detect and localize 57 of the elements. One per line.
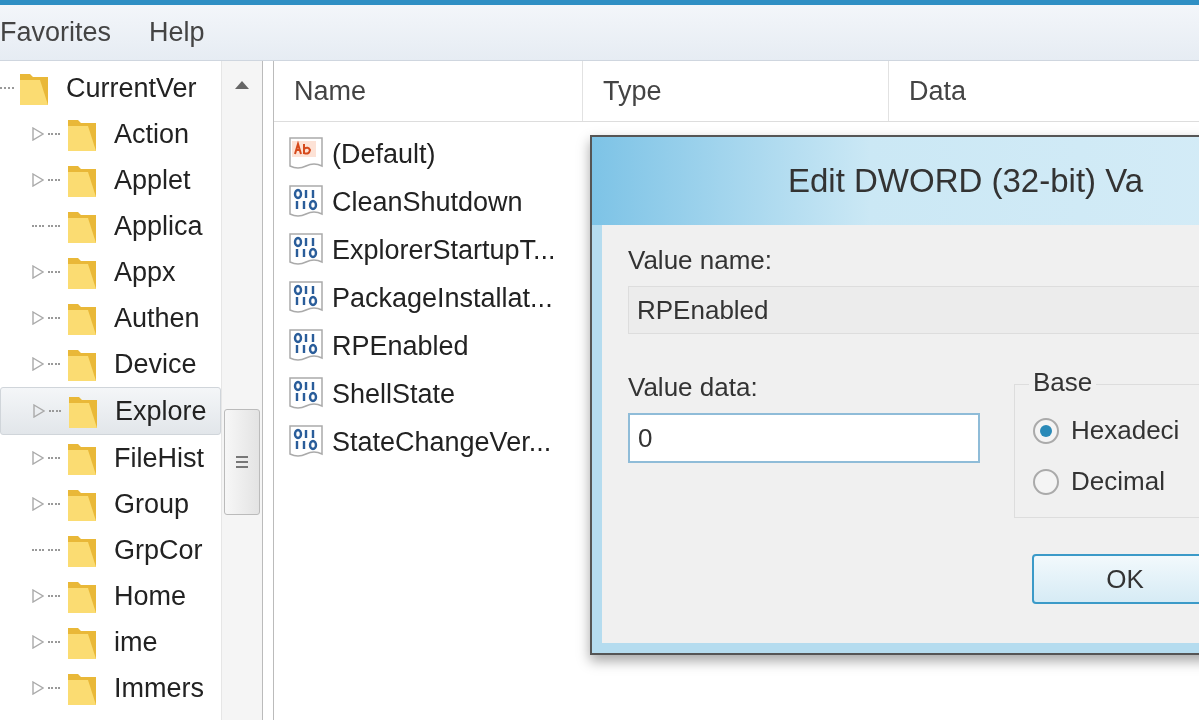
binary-value-icon: [288, 280, 324, 316]
radio-label[interactable]: Hexadeci: [1071, 415, 1180, 446]
column-header[interactable]: Type: [583, 61, 889, 121]
column-header[interactable]: Name: [274, 61, 583, 121]
expand-icon[interactable]: [32, 635, 44, 649]
string-value-icon: [288, 136, 324, 172]
ok-button[interactable]: OK: [1032, 554, 1199, 604]
menu-item[interactable]: Favorites: [0, 17, 114, 48]
binary-value-icon: [288, 184, 324, 220]
tree-item[interactable]: Applica: [0, 203, 221, 249]
expand-icon[interactable]: [32, 127, 44, 141]
expand-icon[interactable]: [32, 357, 44, 371]
value-name[interactable]: CleanShutdown: [332, 186, 523, 218]
expand-icon[interactable]: [32, 681, 44, 695]
expand-icon[interactable]: [33, 404, 45, 418]
tree-item[interactable]: CurrentVer: [0, 65, 221, 111]
value-name[interactable]: ShellState: [332, 378, 456, 410]
dialog-title: Edit DWORD (32-bit) Va: [788, 162, 1144, 200]
field-label: Value data:: [628, 372, 759, 403]
binary-value-icon: [288, 328, 324, 364]
tree-item[interactable]: ime: [0, 619, 221, 665]
expand-icon[interactable]: [32, 265, 44, 279]
tree-item[interactable]: Group: [0, 481, 221, 527]
value-name[interactable]: (Default): [332, 138, 436, 170]
tree-item[interactable]: Authen: [0, 295, 221, 341]
tree-item[interactable]: Home: [0, 573, 221, 619]
radio-button[interactable]: [1033, 468, 1059, 495]
expand-icon[interactable]: [32, 451, 44, 465]
menu-item[interactable]: Help: [149, 17, 207, 48]
tree-item[interactable]: Applet: [0, 157, 221, 203]
binary-value-icon: [288, 376, 324, 412]
tree-item[interactable]: Immers: [0, 665, 221, 711]
expand-icon[interactable]: [32, 311, 44, 325]
scrollbar[interactable]: [221, 61, 262, 720]
value-data-field[interactable]: 0: [628, 413, 980, 463]
tree-item[interactable]: Action: [0, 111, 221, 157]
scroll-up-icon[interactable]: [235, 81, 249, 89]
column-header[interactable]: Data: [889, 61, 1199, 121]
tree-item[interactable]: Appx: [0, 249, 221, 295]
value-name[interactable]: ExplorerStartupT...: [332, 234, 556, 266]
binary-value-icon: [288, 424, 324, 460]
expand-icon[interactable]: [32, 173, 44, 187]
tree-item[interactable]: GrpCor: [0, 527, 221, 573]
value-name[interactable]: StateChangeVer...: [332, 426, 552, 458]
tree-item[interactable]: Device: [0, 341, 221, 387]
radio-button[interactable]: [1033, 417, 1059, 444]
radio-label[interactable]: Decimal: [1071, 466, 1165, 497]
scroll-thumb[interactable]: [224, 409, 260, 515]
tree-item[interactable]: FileHist: [0, 435, 221, 481]
field-label: Value name:: [628, 245, 774, 276]
expand-icon[interactable]: [32, 497, 44, 511]
value-name[interactable]: PackageInstallat...: [332, 282, 553, 314]
binary-value-icon: [288, 232, 324, 268]
value-name[interactable]: RPEnabled: [332, 330, 469, 362]
tree-item[interactable]: Explore: [0, 387, 221, 435]
expand-icon[interactable]: [32, 589, 44, 603]
value-name-field[interactable]: RPEnabled: [628, 286, 1199, 334]
